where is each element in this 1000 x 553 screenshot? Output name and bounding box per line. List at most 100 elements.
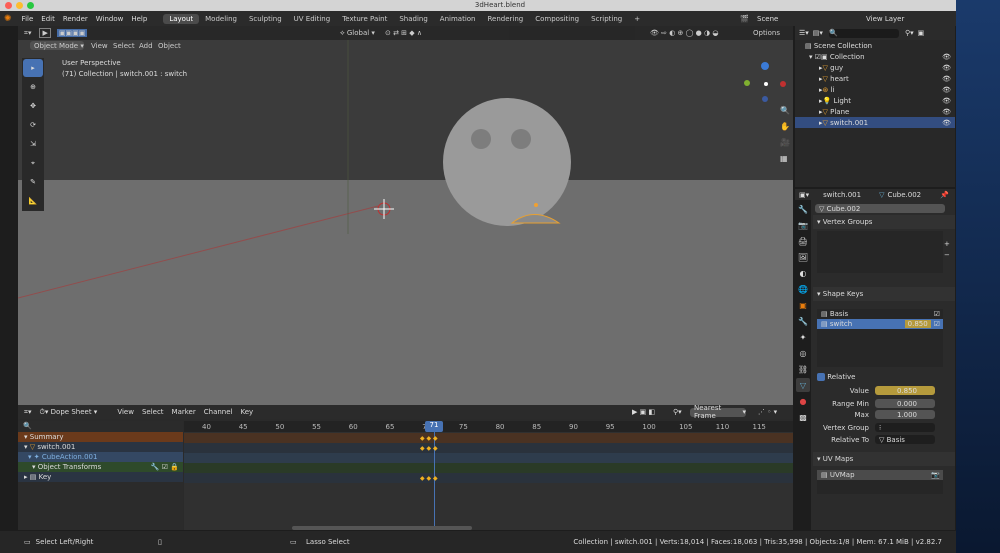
menu-render[interactable]: Render	[63, 15, 88, 23]
zoom-window-icon[interactable]	[27, 2, 34, 9]
menu-select[interactable]: Select	[113, 42, 135, 50]
scene-name[interactable]: Scene	[757, 15, 778, 23]
tab-sculpting[interactable]: Sculpting	[243, 14, 288, 24]
filter-icon[interactable]: ⚲▾	[673, 408, 682, 416]
options-dropdown[interactable]: Options	[753, 29, 780, 37]
viewport-shading-icons[interactable]: 👁 ⇨ ◐ ⊕ ◯ ● ◑ ◒	[650, 29, 718, 37]
editor-type-icon[interactable]: ⌗▾	[24, 29, 31, 38]
dope-mode-dropdown[interactable]: ⏱▾ Dope Sheet ▾	[39, 408, 97, 417]
vertex-group-field[interactable]: ⁝	[875, 423, 935, 432]
add-vertex-group-icon[interactable]: +	[944, 240, 950, 248]
checkbox-icon[interactable]: ☑	[934, 310, 940, 318]
tab-layout[interactable]: Layout	[163, 13, 200, 24]
dope-menu-view[interactable]: View	[117, 408, 134, 416]
relative-to-field[interactable]: ▽ Basis	[875, 435, 935, 444]
eye-icon[interactable]: 👁	[942, 64, 951, 72]
modifier-tab-icon[interactable]: 🔧	[796, 314, 810, 328]
eye-icon[interactable]: 👁	[942, 108, 951, 116]
zoom-icon[interactable]: 🔍	[780, 106, 790, 115]
menu-edit[interactable]: Edit	[41, 15, 55, 23]
value-field[interactable]: 0.850	[875, 386, 935, 395]
relative-checkbox[interactable]	[817, 373, 825, 381]
selection-filter-icon[interactable]: ▶ ▣ ◧	[632, 408, 655, 416]
scene-icon[interactable]: 🎬	[740, 15, 749, 23]
current-frame[interactable]: 71	[425, 421, 443, 432]
outliner-item-li[interactable]: ▸ ⊛ li 👁	[795, 84, 955, 95]
snap-dropdown[interactable]: Nearest Frame ▾	[690, 405, 746, 420]
channel-object-transforms[interactable]: ▾ Object Transforms 🔧 ☑ 🔒	[18, 462, 183, 472]
tab-shading[interactable]: Shading	[393, 14, 433, 24]
outliner-search-input[interactable]: 🔍	[828, 28, 899, 38]
keyframes-object[interactable]: ◆ ◆ ◆	[420, 445, 438, 452]
new-collection-icon[interactable]: ▣	[918, 29, 925, 37]
keyframes-summary[interactable]: ◆ ◆ ◆	[420, 435, 438, 442]
gizmo-y-icon[interactable]	[744, 80, 750, 86]
menu-object[interactable]: Object	[158, 42, 181, 50]
3d-viewport[interactable]: 🔍 ✋ 🎥 ▦ User Perspective (71) Collection…	[18, 26, 793, 405]
dope-menu-channel[interactable]: Channel	[204, 408, 233, 416]
material-tab-icon[interactable]: ●	[796, 394, 810, 408]
tool-tab-icon[interactable]: 🔧	[796, 202, 810, 216]
menu-window[interactable]: Window	[96, 15, 124, 23]
eye-icon[interactable]: 👁	[942, 97, 951, 105]
pan-hand-icon[interactable]: ✋	[780, 122, 790, 131]
shape-key-value[interactable]: 0.850	[904, 320, 931, 328]
select-box-icon[interactable]: ▸	[23, 59, 43, 77]
range-min-field[interactable]: 0.000	[875, 399, 935, 408]
constraints-tab-icon[interactable]: ⛓	[796, 362, 810, 376]
measure-tool-icon[interactable]: 📐	[23, 192, 43, 210]
select-tool-icon[interactable]: ▶	[39, 28, 51, 38]
outliner-item-guy[interactable]: ▸ ▽ guy 👁	[795, 62, 955, 73]
transform-tool-icon[interactable]: ⌖	[23, 154, 43, 172]
shape-keys-list[interactable]: ▤ Basis ☑ ▤ switch 0.850 ☑	[817, 309, 943, 367]
outliner-item-light[interactable]: ▸ 💡 Light 👁	[795, 95, 955, 106]
menu-add[interactable]: Add	[139, 42, 153, 50]
tab-scripting[interactable]: Scripting	[585, 14, 628, 24]
tab-compositing[interactable]: Compositing	[529, 14, 585, 24]
gizmo-x-icon[interactable]	[780, 81, 786, 87]
data-tab-icon[interactable]: ▽	[796, 378, 810, 392]
mesh-data-field[interactable]: ▽ Cube.002	[815, 204, 945, 213]
checkbox-icon[interactable]: ☑	[934, 320, 940, 328]
move-tool-icon[interactable]: ✥	[23, 97, 43, 115]
channel-key[interactable]: ▸ ▤ Key	[18, 472, 183, 482]
particles-tab-icon[interactable]: ✦	[796, 330, 810, 344]
uv-maps-header[interactable]: ▾ UV Maps	[813, 452, 955, 466]
keyframes-key[interactable]: ◆ ◆ ◆	[420, 475, 438, 482]
shape-keys-header[interactable]: ▾ Shape Keys	[813, 287, 955, 301]
physics-tab-icon[interactable]: ◎	[796, 346, 810, 360]
gizmo-z-icon[interactable]	[761, 62, 769, 70]
remove-vertex-group-icon[interactable]: −	[944, 251, 950, 259]
uvmap-item[interactable]: ▤ UVMap 📷	[817, 470, 943, 480]
outliner-item-switch[interactable]: ▸ ▽ switch.001 👁	[795, 117, 955, 128]
collection-row[interactable]: ▾ ☑ ▣ Collection 👁	[795, 51, 955, 62]
eye-icon[interactable]: 👁	[942, 53, 951, 61]
camera-icon[interactable]: 📷	[931, 471, 940, 479]
outliner-item-heart[interactable]: ▸ ▽ heart 👁	[795, 73, 955, 84]
minimize-window-icon[interactable]	[16, 2, 23, 9]
render-tab-icon[interactable]: 📷	[796, 218, 810, 232]
world-tab-icon[interactable]: 🌐	[796, 282, 810, 296]
view-layer-name[interactable]: View Layer	[866, 15, 904, 23]
uv-maps-list[interactable]: ▤ UVMap 📷	[817, 470, 943, 494]
properties-editor-icon[interactable]: ▣▾	[799, 191, 809, 199]
pin-icon[interactable]: 📌	[940, 191, 949, 199]
eye-icon[interactable]: 👁	[942, 86, 951, 94]
display-mode-icon[interactable]: ▤▾	[813, 29, 823, 37]
tab-uv-editing[interactable]: UV Editing	[288, 14, 337, 24]
scene-tab-icon[interactable]: ◐	[796, 266, 810, 280]
blender-logo-icon[interactable]: ✺	[4, 14, 12, 24]
view-layer-tab-icon[interactable]: 🖼	[796, 250, 810, 264]
shape-key-basis[interactable]: ▤ Basis ☑	[817, 309, 943, 319]
channel-action[interactable]: ▾ ✦ CubeAction.001	[18, 452, 183, 462]
object-mode-dropdown[interactable]: Object Mode ▾	[30, 41, 84, 50]
sphere-object[interactable]	[443, 98, 571, 226]
horizontal-scrollbar[interactable]	[292, 526, 472, 530]
dope-menu-marker[interactable]: Marker	[172, 408, 196, 416]
vertex-groups-list[interactable]	[817, 231, 943, 273]
outliner-editor-icon[interactable]: ☰▾	[799, 29, 809, 37]
camera-icon[interactable]: 🎥	[780, 138, 790, 147]
tab-modeling[interactable]: Modeling	[199, 14, 243, 24]
menu-help[interactable]: Help	[131, 15, 147, 23]
add-workspace-icon[interactable]: +	[628, 14, 646, 24]
